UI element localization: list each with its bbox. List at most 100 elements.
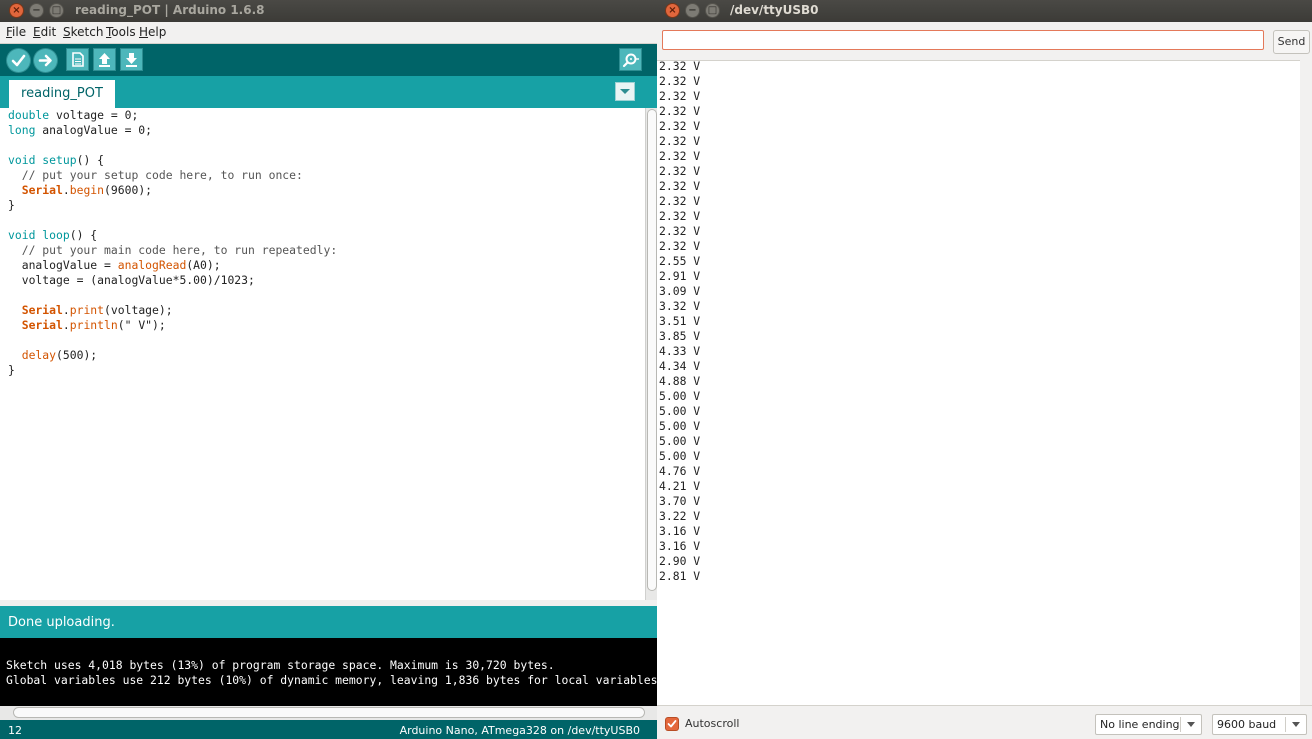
arrow-up-icon	[99, 53, 110, 67]
tab-menu-button[interactable]	[616, 83, 634, 100]
menu-help[interactable]: Help	[139, 25, 166, 39]
baud-rate-select[interactable]: 9600 baud	[1212, 714, 1307, 735]
code-token: () {	[76, 153, 105, 167]
code-editor[interactable]: double voltage = 0; long analogValue = 0;…	[0, 108, 645, 600]
code-token: loop	[42, 228, 70, 242]
select-separator	[1285, 717, 1286, 732]
code-token: .	[62, 318, 70, 332]
arrow-down-icon	[126, 53, 137, 67]
code-token: void	[8, 228, 36, 242]
code-token: (A0);	[186, 258, 221, 272]
serial-output-line: 3.51 V	[659, 314, 701, 328]
serial-output-line: 3.09 V	[659, 284, 701, 298]
editor-scroll-thumb[interactable]	[648, 110, 656, 590]
serial-output-scrollbar[interactable]	[1300, 60, 1312, 705]
arrow-right-icon	[38, 54, 52, 67]
console-horizontal-scrollbar[interactable]	[0, 706, 657, 720]
code-token: delay	[21, 348, 57, 362]
code-token: }	[8, 198, 15, 212]
status-message: Done uploading.	[8, 615, 115, 630]
code-token: // put your setup code here, to run once…	[8, 168, 303, 182]
magnifier-icon	[622, 53, 639, 68]
code-line: Serial.print(voltage);	[8, 303, 337, 318]
upload-button[interactable]	[34, 49, 57, 72]
minimize-window-button[interactable]: −	[686, 4, 699, 17]
line-ending-value: No line ending	[1100, 718, 1180, 731]
serial-window-title: /dev/ttyUSB0	[730, 3, 819, 17]
line-ending-select[interactable]: No line ending	[1095, 714, 1202, 735]
serial-output-line: 5.00 V	[659, 449, 701, 463]
ide-toolbar	[0, 44, 657, 76]
send-button[interactable]: Send	[1273, 30, 1310, 54]
menu-bar: File Edit Sketch Tools Help	[0, 22, 657, 44]
open-sketch-button[interactable]	[94, 49, 115, 70]
ide-footer: 12 Arduino Nano, ATmega328 on /dev/ttyUS…	[0, 720, 657, 739]
menu-sketch[interactable]: Sketch	[63, 25, 103, 39]
menu-tools[interactable]: Tools	[106, 25, 136, 39]
serial-output[interactable]: 2.32 V 2.32 V 2.32 V 2.32 V 2.32 V 2.32 V 2.32…	[659, 59, 1299, 704]
baud-rate-value: 9600 baud	[1217, 718, 1277, 731]
code-token: (" V");	[117, 318, 166, 332]
code-token: println	[69, 318, 118, 332]
close-window-button[interactable]: ×	[10, 4, 23, 17]
menu-edit-rest: dit	[40, 25, 57, 39]
code-line: analogValue = analogRead(A0);	[8, 258, 337, 273]
code-token: analogRead	[117, 258, 187, 272]
code-token: print	[69, 303, 105, 317]
arduino-ide-window: × − □ reading_POT | Arduino 1.6.8 File E…	[0, 0, 657, 739]
code-token: setup	[42, 153, 77, 167]
check-icon	[11, 54, 26, 67]
save-sketch-button[interactable]	[121, 49, 142, 70]
maximize-window-button[interactable]: □	[706, 4, 719, 17]
chevron-down-icon	[620, 89, 630, 94]
line-number: 12	[8, 724, 22, 737]
serial-output-line: 3.16 V	[659, 524, 701, 538]
serial-output-line: 3.32 V	[659, 299, 701, 313]
serial-output-line: 2.81 V	[659, 569, 701, 583]
menu-file[interactable]: File	[6, 25, 26, 39]
serial-output-line: 2.90 V	[659, 554, 701, 568]
serial-send-input[interactable]	[662, 30, 1264, 50]
serial-output-line: 4.88 V	[659, 374, 701, 388]
code-token: analogValue = 0;	[35, 123, 153, 137]
autoscroll-checkbox[interactable]	[666, 718, 678, 730]
console-scroll-thumb[interactable]	[14, 708, 644, 717]
menu-sketch-accel: S	[63, 25, 71, 39]
code-token: (500);	[56, 348, 98, 362]
serial-monitor-window: × − □ /dev/ttyUSB0 Send 2.32 V 2.32 V 2.32…	[657, 0, 1312, 739]
chevron-down-icon	[1292, 722, 1300, 727]
menu-edit[interactable]: Edit	[33, 25, 56, 39]
status-bar: Done uploading.	[0, 606, 657, 638]
tab-reading-pot[interactable]: reading_POT	[9, 80, 115, 108]
new-sketch-button[interactable]	[67, 49, 88, 70]
close-window-button[interactable]: ×	[666, 4, 679, 17]
editor-vertical-scrollbar[interactable]	[645, 108, 657, 600]
verify-button[interactable]	[7, 49, 30, 72]
serial-output-line: 2.32 V	[659, 74, 701, 88]
menu-help-rest: elp	[148, 25, 167, 39]
serial-output-line: 4.21 V	[659, 479, 701, 493]
ide-titlebar: × − □ reading_POT | Arduino 1.6.8	[0, 0, 657, 22]
code-token: double	[8, 108, 50, 122]
serial-output-line: 3.70 V	[659, 494, 701, 508]
serial-output-line: 5.00 V	[659, 434, 701, 448]
code-text[interactable]: double voltage = 0; long analogValue = 0;…	[8, 108, 337, 378]
serial-monitor-button[interactable]	[620, 49, 641, 70]
sketch-tab-bar: reading_POT	[0, 76, 657, 108]
code-line: // put your main code here, to run repea…	[8, 243, 337, 258]
serial-output-line: 2.32 V	[659, 239, 701, 253]
code-line: Serial.println(" V");	[8, 318, 337, 333]
menu-tools-rest: ools	[111, 25, 136, 39]
serial-output-line: 2.32 V	[659, 104, 701, 118]
minimize-window-button[interactable]: −	[30, 4, 43, 17]
serial-output-line: 3.16 V	[659, 539, 701, 553]
maximize-window-button[interactable]: □	[50, 4, 63, 17]
serial-options-bar: Autoscroll No line ending 9600 baud	[657, 705, 1312, 739]
code-token: (9600);	[104, 183, 153, 197]
menu-sketch-rest: ketch	[70, 25, 104, 39]
code-token: Serial	[21, 318, 63, 332]
board-info: Arduino Nano, ATmega328 on /dev/ttyUSB0	[399, 724, 640, 737]
